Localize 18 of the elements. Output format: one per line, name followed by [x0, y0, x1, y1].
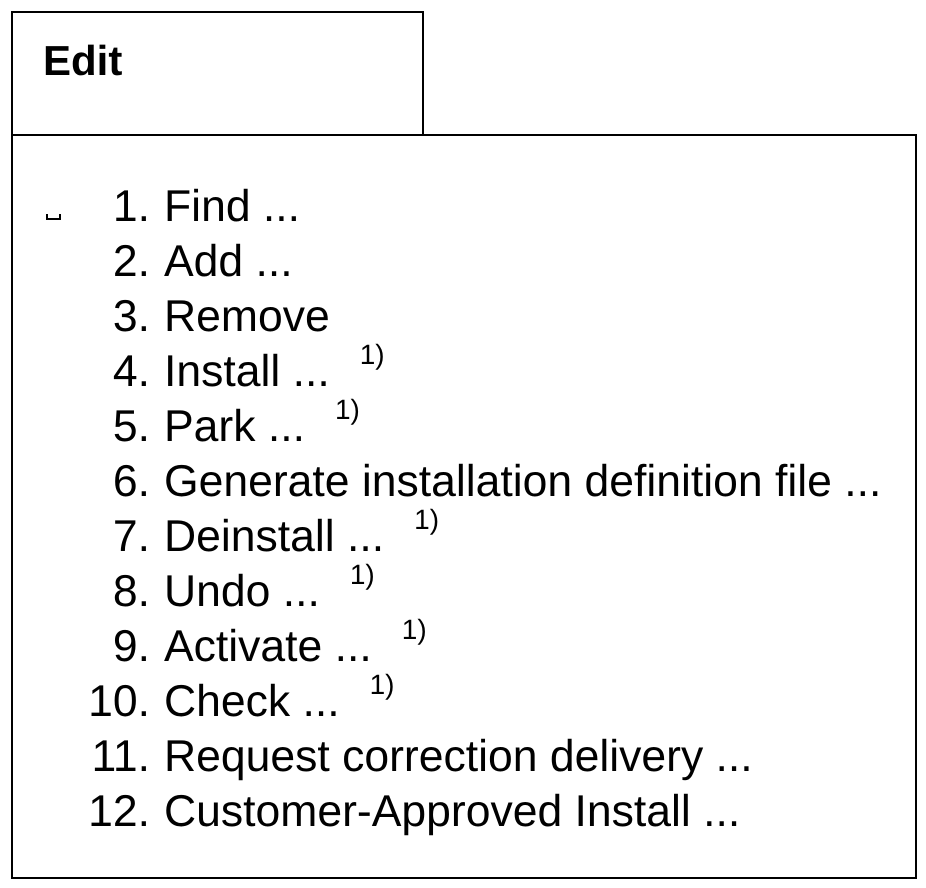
item-number: 4. — [112, 346, 150, 398]
menu-tab[interactable]: Edit — [11, 11, 424, 134]
item-number: 2. — [112, 236, 150, 288]
item-number: 10. — [87, 676, 150, 728]
menu-item[interactable]: 12. Customer-Approved Install ... — [46, 784, 740, 839]
item-number: 8. — [112, 566, 150, 618]
item-number: 3. — [112, 291, 150, 343]
item-number: 12. — [87, 786, 150, 838]
menu-item[interactable]: 2. Add ... — [46, 234, 293, 289]
menu-item[interactable]: 1. Find ... — [46, 179, 300, 234]
menu-item[interactable]: 3. Remove — [46, 289, 330, 344]
menu-item[interactable]: 11. Request correction delivery ... — [46, 729, 753, 784]
item-number: 5. — [112, 401, 150, 453]
item-number: 1. — [112, 181, 150, 233]
item-number: 6. — [112, 456, 150, 508]
item-number: 9. — [112, 621, 150, 673]
item-number: 11. — [90, 731, 150, 783]
item-number: 7. — [112, 511, 150, 563]
